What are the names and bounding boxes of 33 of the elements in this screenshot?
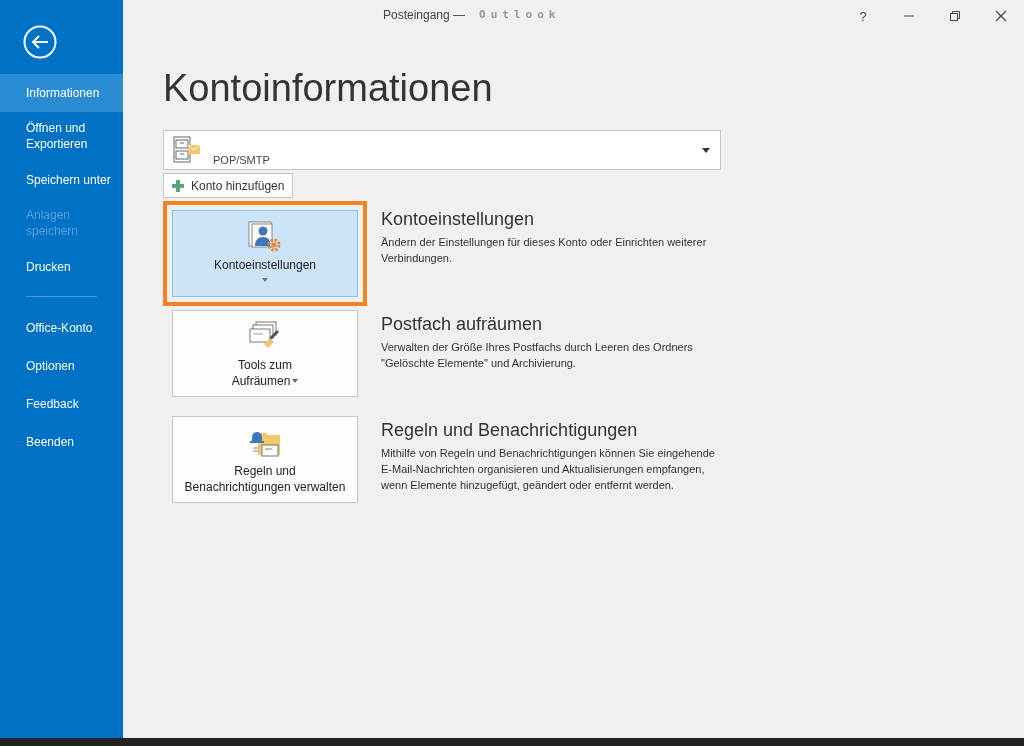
close-icon [995, 10, 1007, 22]
sidebar-item[interactable]: Beenden [0, 423, 123, 461]
caret-icon [262, 278, 268, 282]
page-title: Kontoinformationen [163, 67, 494, 110]
back-button[interactable] [23, 25, 57, 59]
sidebar-item[interactable]: Speichern unter [0, 161, 123, 199]
plus-icon [172, 179, 184, 192]
account-settings-icon [248, 221, 282, 253]
sidebar-item[interactable]: Informationen [0, 74, 123, 112]
account-dropdown[interactable]: POP/SMTP [163, 130, 721, 170]
section-description: Ändern der Einstellungen für dieses Konto oder Einrichten weiterer Verbindungen. [381, 235, 708, 266]
sidebar-item[interactable]: Optionen [0, 347, 123, 385]
action-button[interactable]: Regeln und Benachrichtigungen verwalten [172, 416, 358, 503]
file-cabinet-icon [173, 136, 201, 164]
caret-icon [702, 147, 710, 153]
section-description: Mithilfe von Regeln und Benachrichtigungen können Sie eingehende E-Mail-Nachrichten organisieren und Aktualisierungen empfangen, wenn Elemente hinzugefügt, geändert oder entfernt werden. [381, 446, 716, 493]
restore-icon [949, 10, 961, 22]
add-account-button[interactable]: Konto hinzufügen [163, 173, 294, 198]
section-heading: Kontoeinstellungen [381, 209, 536, 230]
sidebar-item[interactable]: Office-Konto [0, 309, 123, 347]
account-name: POP/SMTP [213, 154, 270, 166]
section-heading: Regeln und Benachrichtigungen [381, 420, 639, 441]
app-name: Outlook [479, 8, 561, 22]
sidebar-item[interactable]: Drucken [0, 248, 123, 286]
section-description: Verwalten der Größe Ihres Postfachs durch Leeren des Ordners "Gelöschte Elemente" und Archivierung. [381, 340, 694, 371]
sidebar-item[interactable]: Feedback [0, 385, 123, 423]
help-button[interactable]: ? [840, 0, 886, 32]
action-button[interactable]: Kontoeinstellungen [172, 210, 358, 297]
sidebar-item[interactable]: Öffnen und Exportieren [0, 112, 123, 161]
action-button[interactable]: Tools zum Aufräumen [172, 310, 358, 397]
window-title: Posteingang — [383, 8, 466, 22]
caret-icon [292, 379, 299, 383]
section-heading: Postfach aufräumen [381, 314, 544, 335]
